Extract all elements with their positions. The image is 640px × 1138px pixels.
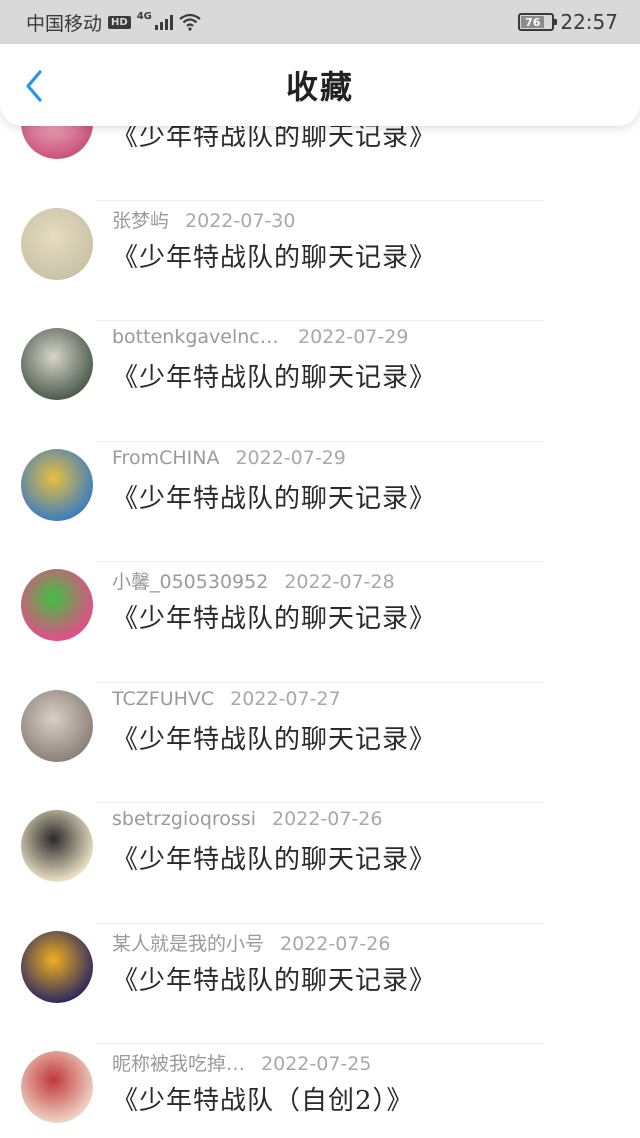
list-item[interactable]: TCZFUHVC 2022-07-27 《少年特战队的聊天记录》 (0, 683, 640, 803)
avatar[interactable] (21, 569, 93, 641)
item-meta: bottenkgavelnceta 2022-07-29 (112, 326, 408, 348)
avatar[interactable] (21, 810, 93, 882)
username[interactable]: 小馨_050530952 (112, 567, 268, 594)
chevron-left-icon (26, 70, 42, 102)
date-label: 2022-07-28 (284, 571, 395, 593)
hd-badge: HD (108, 15, 131, 29)
username[interactable]: 昵称被我吃掉… (112, 1049, 245, 1076)
signal-icon (154, 14, 173, 30)
item-title[interactable]: 《少年特战队的聊天记录》 (112, 598, 436, 635)
list-item[interactable]: 小馨_050530952 2022-07-28 《少年特战队的聊天记录》 (0, 562, 640, 683)
list-item[interactable]: FromCHINA 2022-07-29 《少年特战队的聊天记录》 (0, 442, 640, 562)
date-label: 2022-07-27 (230, 687, 341, 710)
avatar[interactable] (21, 207, 93, 280)
item-meta: 小馨_050530952 2022-07-28 (112, 567, 395, 594)
nav-header: 收藏 (0, 44, 640, 126)
date-label: 2022-07-29 (235, 446, 346, 469)
date-label: 2022-07-26 (280, 932, 391, 955)
carrier-label: 中国移动 (26, 12, 103, 35)
username[interactable]: 张梦屿 (112, 206, 169, 233)
item-meta: 张梦屿 2022-07-30 (112, 206, 295, 233)
favorites-list: tommyhtrrriager2022-07-30《少年特战队的聊天记录》张梦屿… (0, 100, 640, 1138)
page-title: 收藏 (285, 68, 354, 106)
username[interactable]: FromCHINA (112, 447, 219, 469)
list-item[interactable]: bottenkgavelnceta 2022-07-29 《少年特战队的聊天记录》 (0, 321, 640, 442)
battery-icon: 76 (518, 13, 558, 31)
item-meta: 昵称被我吃掉… 2022-07-25 (112, 1049, 371, 1076)
avatar[interactable] (21, 930, 93, 1003)
avatar[interactable] (21, 328, 93, 400)
item-meta: FromCHINA 2022-07-29 (112, 447, 346, 469)
back-button[interactable] (20, 68, 50, 104)
avatar[interactable] (21, 689, 93, 762)
username[interactable]: bottenkgavelnceta (112, 326, 282, 348)
date-label: 2022-07-25 (261, 1053, 372, 1075)
item-title[interactable]: 《少年特战队的聊天记录》 (112, 719, 436, 756)
status-right: 76 22:57 (518, 10, 618, 34)
list-item[interactable]: 某人就是我的小号 2022-07-26 《少年特战队的聊天记录》 (0, 924, 640, 1044)
item-title[interactable]: 《少年特战队的聊天记录》 (112, 960, 436, 997)
list-item[interactable]: sbetrzgioqrossi 2022-07-26 《少年特战队的聊天记录》 (0, 803, 640, 924)
item-meta: 某人就是我的小号 2022-07-26 (112, 929, 390, 956)
battery-level: 76 (521, 16, 545, 29)
item-meta: sbetrzgioqrossi 2022-07-26 (112, 808, 382, 830)
item-title[interactable]: 《少年特战队的聊天记录》 (112, 237, 436, 274)
item-title[interactable]: 《少年特战队的聊天记录》 (112, 357, 436, 394)
network-type: 4G (136, 10, 152, 22)
list-item[interactable]: 张梦屿 2022-07-30 《少年特战队的聊天记录》 (0, 201, 640, 321)
username[interactable]: 某人就是我的小号 (112, 929, 264, 956)
list-item[interactable]: 昵称被我吃掉… 2022-07-25 《少年特战队（自创2）》 (0, 1044, 640, 1138)
date-label: 2022-07-26 (272, 808, 383, 830)
date-label: 2022-07-30 (185, 209, 296, 232)
wifi-icon (179, 13, 201, 31)
status-bar: 中国移动 HD 4G 76 22:57 (0, 0, 640, 44)
item-title[interactable]: 《少年特战队（自创2）》 (112, 1080, 414, 1117)
item-title[interactable]: 《少年特战队的聊天记录》 (112, 839, 436, 876)
status-left: 中国移动 HD 4G (26, 9, 201, 36)
avatar[interactable] (21, 448, 93, 521)
username[interactable]: sbetrzgioqrossi (112, 808, 256, 830)
item-meta: TCZFUHVC 2022-07-27 (112, 688, 341, 710)
clock: 22:57 (560, 10, 618, 34)
item-title[interactable]: 《少年特战队的聊天记录》 (112, 478, 436, 515)
date-label: 2022-07-29 (298, 326, 409, 348)
avatar[interactable] (21, 1051, 93, 1123)
username[interactable]: TCZFUHVC (112, 688, 214, 710)
